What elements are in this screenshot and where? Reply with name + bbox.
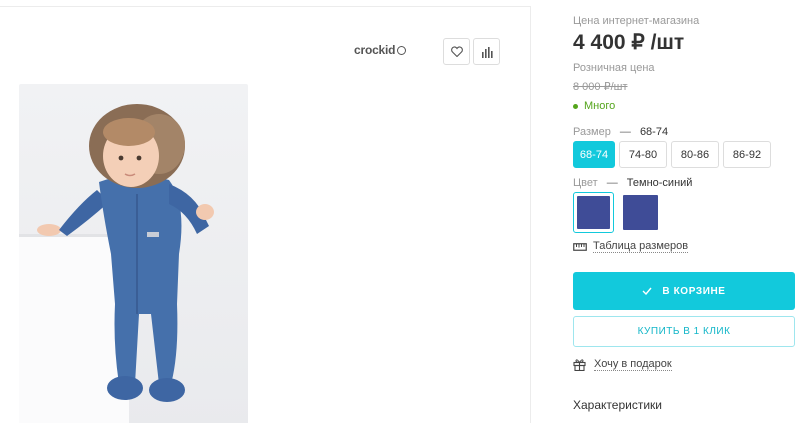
gift-link[interactable]: Хочу в подарок bbox=[573, 358, 672, 371]
color-swatch[interactable] bbox=[620, 192, 661, 233]
check-icon bbox=[642, 287, 652, 295]
size-label: Размер bbox=[573, 126, 611, 138]
size-table-link[interactable]: Таблица размеров bbox=[573, 240, 689, 253]
brand-mark-icon bbox=[397, 45, 407, 55]
brand-logo[interactable]: crockid bbox=[354, 43, 407, 57]
stock-text: Много bbox=[584, 100, 616, 112]
bar-chart-icon bbox=[481, 46, 493, 58]
favorite-button[interactable] bbox=[443, 38, 470, 65]
retail-price-label: Розничная цена bbox=[573, 62, 655, 74]
heart-icon bbox=[450, 46, 463, 57]
product-image-overalls bbox=[19, 104, 214, 423]
size-options: 68-74 74-80 80-86 86-92 bbox=[573, 141, 771, 168]
size-selected-value: 68-74 bbox=[639, 126, 669, 138]
swatch-fill bbox=[623, 195, 658, 230]
compare-button[interactable] bbox=[473, 38, 500, 65]
product-gallery: crockid bbox=[0, 6, 531, 423]
in-cart-button[interactable]: В КОРЗИНЕ bbox=[573, 272, 795, 310]
color-heading: Цвет — Темно-синий bbox=[573, 177, 692, 189]
size-table-label: Таблица размеров bbox=[593, 240, 689, 253]
color-separator: — bbox=[606, 177, 618, 189]
product-photo[interactable] bbox=[19, 84, 248, 423]
size-option-68-74[interactable]: 68-74 bbox=[573, 141, 615, 168]
size-option-74-80[interactable]: 74-80 bbox=[619, 141, 667, 168]
gift-icon bbox=[573, 359, 586, 371]
stock-dot-icon bbox=[573, 103, 578, 109]
stock-status: Много bbox=[573, 100, 615, 112]
size-option-86-92[interactable]: 86-92 bbox=[723, 141, 771, 168]
size-option-80-86[interactable]: 80-86 bbox=[671, 141, 719, 168]
buy-one-click-button[interactable]: КУПИТЬ В 1 КЛИК bbox=[573, 316, 795, 347]
swatch-fill bbox=[577, 196, 610, 229]
online-price: 4 400 ₽ /шт bbox=[573, 31, 685, 54]
buy-one-click-label: КУПИТЬ В 1 КЛИК bbox=[637, 326, 731, 337]
size-separator: — bbox=[619, 126, 631, 138]
product-page: crockid Цена интернет-магазина 4 400 ₽ /… bbox=[0, 0, 800, 423]
retail-price: 8 000 ₽/шт bbox=[573, 81, 628, 93]
color-selected-value: Темно-синий bbox=[626, 177, 693, 189]
gift-label: Хочу в подарок bbox=[594, 358, 672, 371]
color-label: Цвет bbox=[573, 177, 598, 189]
brand-name: crockid bbox=[354, 43, 396, 57]
online-price-label: Цена интернет-магазина bbox=[573, 15, 700, 27]
ruler-icon bbox=[573, 242, 587, 251]
color-options bbox=[573, 192, 661, 233]
specs-heading[interactable]: Характеристики bbox=[573, 398, 662, 412]
in-cart-label: В КОРЗИНЕ bbox=[662, 285, 726, 297]
color-swatch-selected[interactable] bbox=[573, 192, 614, 233]
size-heading: Размер — 68-74 bbox=[573, 126, 668, 138]
